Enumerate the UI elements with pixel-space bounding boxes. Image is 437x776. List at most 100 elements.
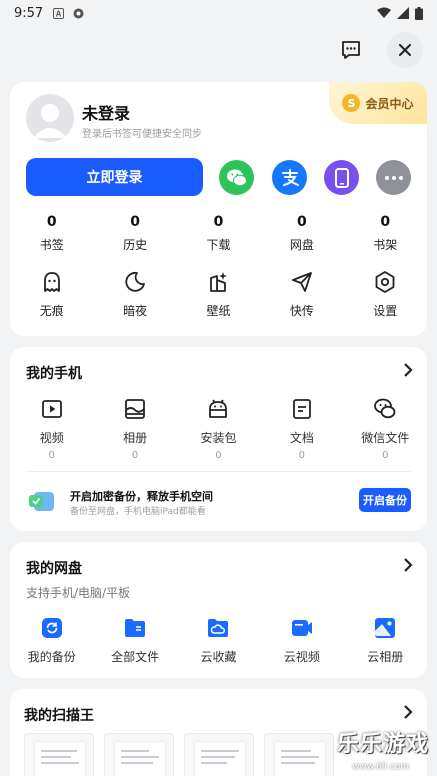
vip-center-button[interactable]: S 会员中心: [329, 82, 427, 124]
close-button[interactable]: [387, 32, 423, 68]
login-button[interactable]: 立即登录: [26, 158, 203, 196]
netdisk-item-label: 云视频: [283, 650, 320, 664]
stat-label: 网盘: [289, 238, 314, 252]
phone-item-count: 0: [215, 450, 222, 461]
site-watermark: 乐乐游戏 www.6ll.com: [313, 726, 433, 772]
stat-history[interactable]: 0 历史: [93, 214, 176, 253]
album-icon: [125, 399, 145, 419]
phone-item-label: 安装包: [200, 431, 237, 445]
close-icon: [399, 44, 411, 56]
stat-downloads[interactable]: 0 下载: [177, 214, 260, 253]
scan-thumbnail[interactable]: [104, 733, 174, 776]
phone-item-video[interactable]: 视频 0: [10, 397, 93, 461]
phone-login-button[interactable]: [324, 160, 359, 195]
text-line: [121, 762, 153, 764]
phone-item-label: 视频: [39, 431, 64, 445]
text-line: [281, 762, 315, 764]
tool-quick-send[interactable]: 快传: [260, 270, 343, 319]
more-icon: [384, 175, 403, 180]
phone-item-label: 微信文件: [361, 431, 410, 445]
wechat-icon: [226, 169, 247, 186]
my-netdisk-card: 我的网盘 支持手机/电脑/平板 我的备份 全部文件 云收藏 云视频 云相册: [10, 542, 427, 678]
netdisk-item-cloud-album[interactable]: 云相册: [344, 616, 427, 665]
scan-page: [195, 742, 245, 776]
top-action-bar: [333, 32, 423, 68]
tool-wallpaper[interactable]: 壁纸: [177, 270, 260, 319]
stat-value: 0: [46, 214, 57, 230]
phone-item-album[interactable]: 相册 0: [93, 397, 176, 461]
phone-item-count: 0: [298, 450, 306, 461]
netdisk-item-all-files[interactable]: 全部文件: [93, 616, 176, 665]
phone-item-apk[interactable]: 安装包 0: [177, 397, 260, 461]
text-line: [121, 750, 149, 752]
stats-row: 0 书签 0 历史 0 下载 0 网盘 0 书架: [10, 214, 427, 253]
stat-bookmarks[interactable]: 0 书签: [10, 214, 93, 253]
tool-label: 暗夜: [123, 304, 148, 318]
divider: [26, 471, 411, 472]
default-avatar-icon: [33, 104, 67, 138]
my-phone-title[interactable]: 我的手机: [26, 363, 82, 383]
phone-icon: [334, 167, 349, 188]
tool-settings[interactable]: 设置: [344, 270, 427, 319]
user-name[interactable]: 未登录: [82, 100, 130, 124]
stat-label: 书签: [39, 238, 64, 252]
netdisk-item-cloud-favorites[interactable]: 云收藏: [177, 616, 260, 665]
chevron-right-icon[interactable]: [403, 705, 413, 719]
scan-thumbnail[interactable]: [184, 733, 254, 776]
scan-thumbnail[interactable]: [24, 733, 94, 776]
tool-night-mode[interactable]: 暗夜: [93, 270, 176, 319]
more-login-button[interactable]: [376, 160, 411, 195]
netdisk-subtitle: 支持手机/电脑/平板: [26, 586, 131, 600]
tool-incognito[interactable]: 无痕: [10, 270, 93, 319]
vip-badge-icon: S: [342, 94, 361, 112]
phone-item-count: 0: [131, 450, 139, 461]
stat-netdisk[interactable]: 0 网盘: [260, 214, 343, 253]
phone-item-docs[interactable]: 文档 0: [260, 397, 343, 461]
phone-item-count: 0: [382, 450, 389, 461]
alipay-login-button[interactable]: [272, 160, 307, 195]
avatar[interactable]: [26, 94, 74, 142]
alipay-icon: [281, 168, 299, 186]
text-line: [41, 750, 77, 752]
netdisk-item-label: 全部文件: [111, 650, 160, 664]
netdisk-items: 我的备份 全部文件 云收藏 云视频 云相册: [10, 616, 427, 665]
notification-app-icon: [73, 8, 84, 18]
video-icon: [41, 400, 62, 418]
chevron-right-icon[interactable]: [403, 558, 413, 572]
backup-icon: [41, 618, 62, 638]
netdisk-item-label: 云收藏: [200, 650, 237, 664]
phone-item-wechat-files[interactable]: 微信文件 0: [344, 397, 427, 461]
text-line: [41, 756, 71, 758]
tool-label: 设置: [373, 304, 398, 318]
signal-icon: [397, 7, 409, 19]
chevron-right-icon[interactable]: [403, 363, 413, 377]
tool-label: 无痕: [39, 304, 64, 318]
message-button[interactable]: [333, 32, 369, 68]
svg-text:A: A: [56, 9, 62, 18]
wechat-files-icon: [374, 398, 396, 419]
my-phone-card: 我的手机 视频 0 相册 0 安装包 0 文档 0 微信文件 0 开启加密备份，…: [10, 347, 427, 531]
stat-label: 下载: [206, 238, 231, 252]
status-bar: 9:57 A: [0, 0, 437, 26]
phone-item-label: 文档: [289, 431, 314, 445]
vip-center-label: 会员中心: [365, 96, 414, 111]
cloud-album-icon: [375, 618, 396, 638]
netdisk-item-backup[interactable]: 我的备份: [10, 616, 93, 665]
battery-icon: [415, 6, 423, 20]
folder-icon: [125, 619, 146, 637]
netdisk-item-label: 我的备份: [27, 650, 76, 664]
netdisk-item-cloud-video[interactable]: 云视频: [260, 616, 343, 665]
document-icon: [292, 399, 311, 419]
text-line: [201, 762, 227, 764]
phone-item-label: 相册: [123, 431, 148, 445]
send-icon: [291, 272, 312, 292]
text-line: [201, 750, 239, 752]
enable-backup-button[interactable]: 开启备份: [359, 488, 411, 512]
wallpaper-icon: [210, 272, 228, 292]
my-netdisk-title[interactable]: 我的网盘: [26, 558, 82, 578]
scanner-title[interactable]: 我的扫描王: [24, 705, 94, 725]
scan-page: [35, 742, 85, 776]
stat-value: 0: [296, 214, 307, 230]
wechat-login-button[interactable]: [219, 160, 254, 195]
stat-bookshelf[interactable]: 0 书架: [344, 214, 427, 253]
